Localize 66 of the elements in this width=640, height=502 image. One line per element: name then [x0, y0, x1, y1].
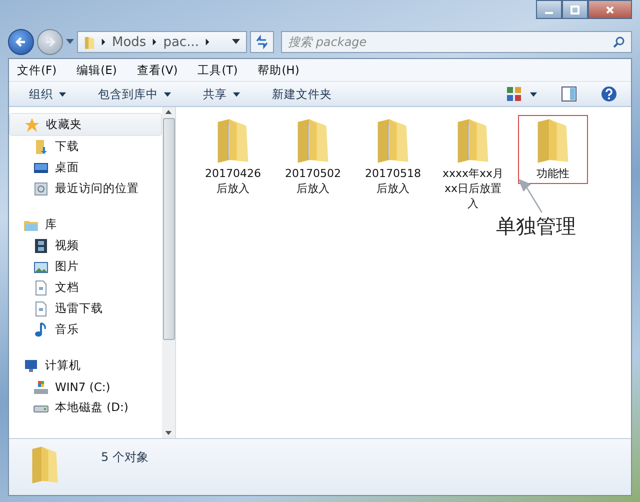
film-icon: [33, 238, 49, 254]
nav-item[interactable]: 库: [9, 214, 162, 235]
folder-item[interactable]: 20170426后放入: [198, 115, 268, 199]
scrollbar-thumb[interactable]: [162, 118, 174, 340]
toolbar-button[interactable]: 新建文件夹: [264, 84, 340, 104]
close-button[interactable]: [588, 0, 632, 19]
address-bar[interactable]: Mods pac...: [77, 31, 247, 53]
help-icon: [601, 86, 617, 102]
maximize-button[interactable]: [562, 0, 588, 19]
nav-item[interactable]: 收藏夹: [9, 113, 162, 136]
music-note-icon: [33, 322, 49, 338]
folder-icon: [84, 34, 95, 50]
breadcrumb[interactable]: Mods: [112, 34, 146, 50]
folder-item[interactable]: 20170518后放入: [358, 115, 428, 199]
menu-item[interactable]: 工具(T): [198, 62, 238, 78]
menu-item[interactable]: 帮助(H): [258, 62, 300, 78]
document-icon: [33, 280, 49, 296]
computer-icon: [23, 358, 39, 374]
star-icon: [24, 116, 40, 132]
dropdown-caret-icon[interactable]: [232, 39, 240, 45]
pane-icon: [561, 86, 577, 102]
nav-item[interactable]: 计算机: [9, 355, 162, 376]
nav-item[interactable]: 文档: [9, 277, 162, 298]
refresh-button[interactable]: [250, 31, 274, 53]
status-text: 5 个对象: [101, 449, 148, 466]
toolbar-button[interactable]: 组织: [21, 84, 74, 104]
search-field[interactable]: 搜索 package: [281, 31, 632, 53]
menu-item[interactable]: 查看(V): [136, 62, 178, 78]
system-drive-icon: [33, 378, 49, 394]
scrollbar[interactable]: [162, 107, 175, 438]
nav-item[interactable]: 本地磁盘 (D:): [9, 397, 162, 418]
annotation-arrow: [516, 179, 544, 213]
annotation-text: 单独管理: [496, 213, 576, 240]
maximize-icon: [570, 4, 580, 14]
nav-item[interactable]: WIN7 (C:): [9, 376, 162, 397]
menu-item[interactable]: 编辑(E): [76, 62, 117, 78]
breadcrumb[interactable]: pac...: [163, 34, 199, 50]
toolbar-button[interactable]: 共享: [195, 84, 248, 104]
folder-item[interactable]: xxxx年xx月xx日后放置入: [438, 115, 508, 214]
nav-item[interactable]: 桌面: [9, 157, 162, 178]
back-button[interactable]: [8, 29, 34, 55]
view-grid-icon: [506, 86, 522, 102]
nav-item[interactable]: 下载: [9, 136, 162, 157]
caret-icon: [530, 92, 537, 96]
chevron-icon: [101, 38, 106, 46]
folder-item[interactable]: 20170502后放入: [278, 115, 348, 199]
document-icon: [33, 300, 49, 316]
toolbar-button[interactable]: 包含到库中: [90, 84, 179, 104]
menu-item[interactable]: 文件(F): [17, 62, 57, 78]
nav-item[interactable]: 最近访问的位置: [9, 178, 162, 199]
close-icon: [605, 4, 615, 14]
chevron-icon: [204, 38, 210, 46]
recent-places-icon: [33, 180, 49, 196]
folder-item[interactable]: 功能性: [518, 115, 588, 184]
scroll-up-icon: [165, 110, 172, 114]
minimize-icon: [545, 12, 553, 14]
nav-item[interactable]: 音乐: [9, 319, 162, 340]
nav-item[interactable]: 视频: [9, 235, 162, 256]
chevron-icon: [152, 38, 158, 46]
nav-item[interactable]: 图片: [9, 256, 162, 277]
minimize-button[interactable]: [536, 0, 562, 19]
refresh-arrows-icon: [254, 34, 270, 50]
folder-arrow-icon: [33, 138, 49, 154]
scroll-down-icon: [165, 431, 172, 435]
search-icon: [613, 36, 625, 48]
nav-item[interactable]: 迅雷下载: [9, 298, 162, 319]
